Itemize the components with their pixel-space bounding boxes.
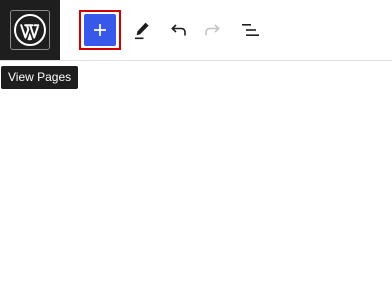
list-view-icon xyxy=(242,24,259,36)
wordpress-logo-frame xyxy=(10,10,50,50)
undo-icon xyxy=(171,24,186,36)
tooltip: View Pages xyxy=(1,66,79,89)
add-block-button[interactable] xyxy=(84,14,116,46)
redo-button[interactable] xyxy=(199,16,227,44)
pencil-icon xyxy=(135,22,149,40)
plus-icon xyxy=(94,24,106,36)
tools-button[interactable] xyxy=(128,16,156,44)
list-view-button[interactable] xyxy=(236,16,264,44)
undo-button[interactable] xyxy=(164,16,192,44)
wordpress-icon xyxy=(14,14,46,46)
editor-header xyxy=(0,0,392,61)
editor-page: View Pages xyxy=(0,0,392,281)
view-pages-button[interactable] xyxy=(0,0,60,60)
redo-icon xyxy=(205,24,220,36)
